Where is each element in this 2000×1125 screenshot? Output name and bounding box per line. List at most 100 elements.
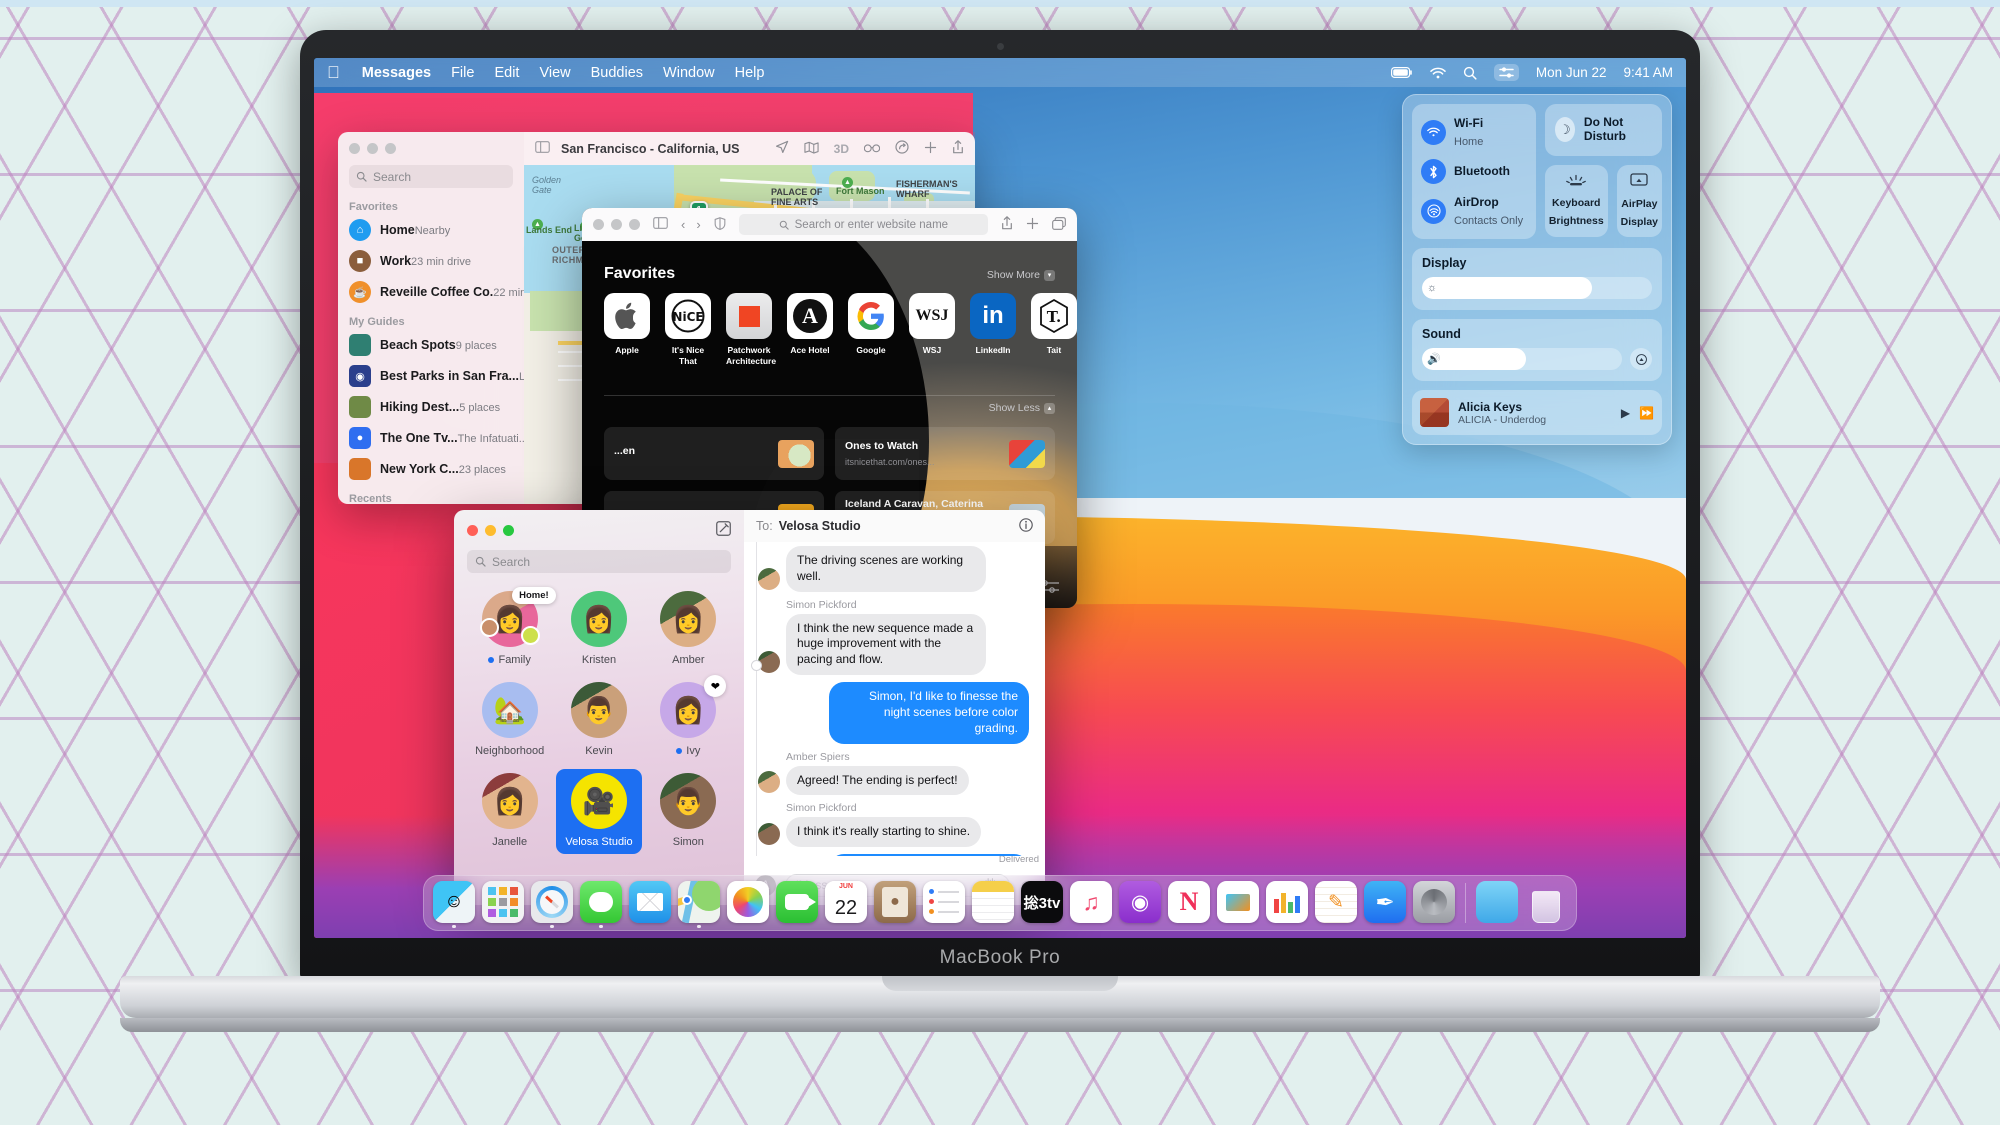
message-bubble[interactable]: Super happy to lock this rough cut for o… [829,854,1029,856]
maps-sidebar-item[interactable]: Beach Spots9 places [349,334,513,356]
maps-sidebar-item[interactable]: ⌂ HomeNearby [349,219,513,241]
dock-item-photos[interactable] [727,881,769,923]
dock-item-contacts[interactable]: ● [874,881,916,923]
reading-list-card[interactable]: ...en [604,427,824,480]
airplay-display-button[interactable]: AirPlay Display [1616,164,1662,238]
dock-item-pages[interactable]: ✎ [1315,881,1357,923]
menu-edit[interactable]: Edit [494,65,519,81]
conversation-item[interactable]: 👩 ❤ Ivy [646,675,731,763]
conversation-item[interactable]: 🎥 Velosa Studio [556,769,642,854]
safari-favorite-tile[interactable]: Google [848,293,894,366]
dock-item-tv[interactable]: 捴3tv [1021,881,1063,923]
dock-item-reminders[interactable] [923,881,965,923]
conversation-item[interactable]: 🏡 Neighborhood [467,678,552,763]
add-icon[interactable] [924,141,937,157]
menu-messages[interactable]: Messages [362,65,431,81]
show-less-button[interactable]: Show Less ▴ [989,402,1055,414]
compose-icon[interactable] [716,521,731,539]
share-icon[interactable] [952,140,964,157]
dock-item-numbers[interactable] [1266,881,1308,923]
safari-favorite-tile[interactable]: T. Tait [1031,293,1077,366]
message-bubble[interactable]: I think the new sequence made a huge imp… [786,613,986,676]
safari-favorite-tile[interactable]: A Ace Hotel [787,293,833,366]
dock-item-music[interactable]: ♫ [1070,881,1112,923]
search-icon[interactable] [1463,66,1477,80]
dock-item-news[interactable]: N [1168,881,1210,923]
maps-search-input[interactable]: Search [349,165,513,188]
wifi-toggle[interactable]: Wi-Fi Home [1421,114,1527,150]
back-icon[interactable]: ‹ [681,217,685,232]
dock-item-finder[interactable]: ☺ [433,881,475,928]
zoom-button[interactable] [629,219,640,230]
3d-icon[interactable]: 3D [834,142,849,156]
minimize-button[interactable] [485,524,496,536]
dock-item-downloads[interactable] [1476,881,1518,923]
dock-item-trash[interactable] [1525,881,1567,923]
sound-volume-slider[interactable]: 🔊 [1422,348,1622,370]
close-button[interactable] [349,143,360,154]
fast-forward-icon[interactable]: ⏩ [1639,406,1654,420]
conversation-item[interactable]: 👩 Kristen [556,587,641,672]
menubar-time[interactable]: 9:41 AM [1623,65,1673,80]
menu-buddies[interactable]: Buddies [591,65,643,81]
maps-sidebar-item[interactable]: ◉Best Parks in San Fra...Lonely Planet -… [349,365,524,387]
safari-favorite-tile[interactable]: in LinkedIn [970,293,1016,366]
message-bubble[interactable]: Agreed! The ending is perfect! [786,765,969,796]
menu-file[interactable]: File [451,65,474,81]
maps-sidebar-item[interactable]: ☕ Reveille Coffee Co.22 min drive [349,281,524,303]
minimize-button[interactable] [367,143,378,154]
menu-window[interactable]: Window [663,65,715,81]
dock-item-podcasts[interactable]: ◉ [1119,881,1161,923]
battery-icon[interactable] [1390,67,1413,78]
directions-icon[interactable] [895,140,909,157]
zoom-button[interactable] [503,524,514,536]
bluetooth-toggle[interactable]: Bluetooth [1421,159,1527,184]
show-more-button[interactable]: Show More ▾ [987,269,1055,281]
maps-sidebar-item[interactable]: ● The One Tv...The Infatuati... [349,427,524,449]
dock-item-safari[interactable] [531,881,573,928]
look-around-binoculars-icon[interactable] [863,141,881,156]
safari-address-bar[interactable]: Search or enter website name [738,214,988,235]
dock-item-keynote[interactable] [1217,881,1259,923]
message-bubble[interactable]: The driving scenes are working well. [786,546,986,592]
dock-item-app-store[interactable]: ✒ [1364,881,1406,923]
conversation-item[interactable]: 👨 Simon [646,769,731,854]
messages-search-input[interactable]: Search [467,550,731,573]
message-bubble[interactable]: I think it's really starting to shine. [786,817,982,848]
tab-overview-icon[interactable] [1052,216,1066,233]
reading-list-card[interactable]: Ones to Watch itsnicethat.com/ones... [835,427,1055,480]
conversation-item[interactable]: 👨 Kevin [556,678,641,763]
map-look-around-icon[interactable] [804,141,819,157]
forward-icon[interactable]: › [696,217,700,232]
conversation-item[interactable]: 👩 Home! Family [467,587,556,672]
maps-sidebar-item[interactable]: Hiking Dest...5 places [349,396,513,418]
dock-item-calendar[interactable]: JUN 22 [825,881,867,923]
apple-menu-icon[interactable]:  [327,64,340,81]
menubar-date[interactable]: Mon Jun 22 [1536,65,1607,80]
airdrop-toggle[interactable]: AirDrop Contacts Only [1421,193,1527,229]
dock-item-maps[interactable] [678,881,720,928]
display-brightness-slider[interactable]: ☼ [1422,277,1652,299]
safari-favorite-tile[interactable]: NiCE It's Nice That [665,293,711,366]
dock-item-notes[interactable] [972,881,1014,923]
close-button[interactable] [593,219,604,230]
location-arrow-icon[interactable] [775,140,789,157]
do-not-disturb-toggle[interactable]: ☽ Do Not Disturb [1544,104,1662,156]
dock-item-launchpad[interactable] [482,881,524,923]
dock-item-messages[interactable] [580,881,622,928]
safari-favorite-tile[interactable]: Patchwork Architecture [726,293,776,366]
maps-sidebar-item[interactable]: New York C...23 places [349,458,513,480]
new-tab-icon[interactable] [1026,217,1039,233]
message-bubble[interactable]: Simon, I'd like to finesse the night sce… [829,682,1029,744]
close-button[interactable] [467,524,478,536]
keyboard-brightness-button[interactable]: Keyboard Brightness [1544,164,1608,238]
minimize-button[interactable] [611,219,622,230]
sidebar-icon[interactable] [653,217,668,232]
thread-messages[interactable]: The driving scenes are working well. Simo… [744,542,1045,856]
play-icon[interactable]: ▶ [1621,406,1630,420]
menu-view[interactable]: View [539,65,570,81]
control-center-icon[interactable] [1493,64,1519,81]
sidebar-icon[interactable] [535,140,550,158]
wifi-icon[interactable] [1430,67,1446,79]
maps-sidebar-item[interactable]: ■ Work23 min drive [349,250,513,272]
